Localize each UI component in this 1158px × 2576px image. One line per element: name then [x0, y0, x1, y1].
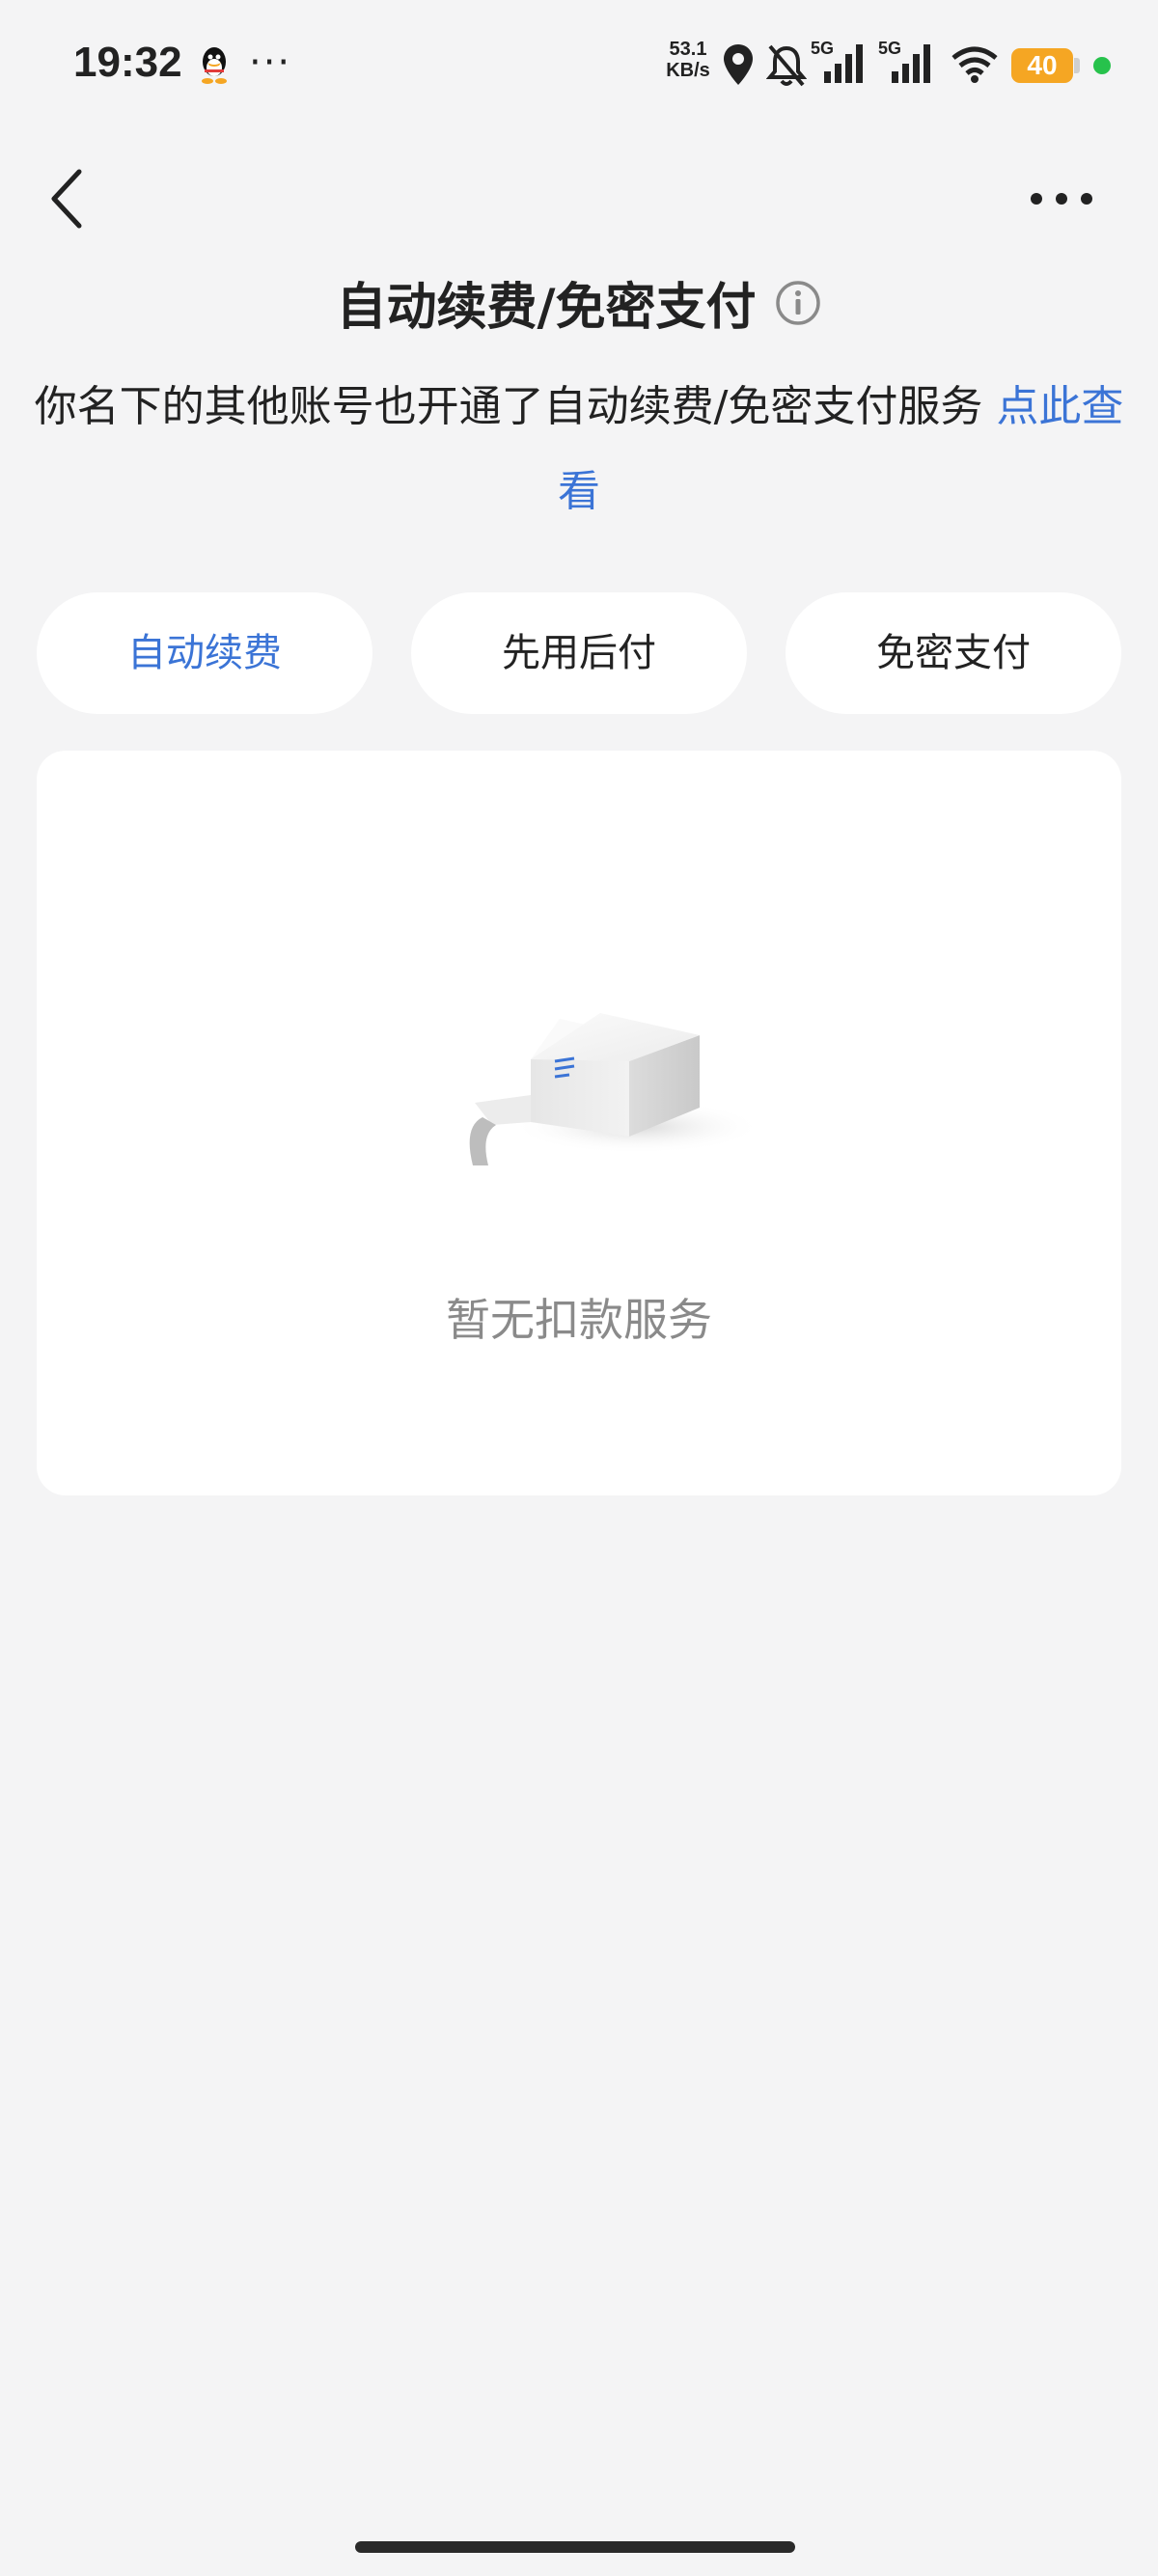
- info-icon[interactable]: [774, 279, 822, 327]
- home-indicator[interactable]: [355, 2541, 795, 2553]
- net-speed: 53.1 KB/s: [664, 39, 712, 81]
- page: 19:32 ··· 53.1 KB/s 5G 5G 40 自动续费/免密支付 你…: [0, 0, 1158, 2576]
- notification-more-icon: ···: [249, 41, 292, 85]
- page-title: 自动续费/免密支付: [0, 266, 1158, 339]
- tab-password-free[interactable]: 免密支付: [786, 592, 1121, 714]
- location-icon: [724, 44, 753, 85]
- other-accounts-notice: 你名下的其他账号也开通了自动续费/免密支付服务 点此查看: [29, 365, 1129, 534]
- empty-state-card: 暂无扣款服务: [37, 751, 1121, 1495]
- more-button[interactable]: [1023, 178, 1100, 220]
- page-title-text: 自动续费/免密支付: [336, 279, 757, 337]
- wifi-icon: [951, 46, 998, 83]
- notice-text: 你名下的其他账号也开通了自动续费/免密支付服务: [34, 382, 997, 431]
- service-tabs: 自动续费 先用后付 免密支付: [37, 592, 1121, 714]
- status-bar: 19:32 ··· 53.1 KB/s 5G 5G 40: [0, 0, 1158, 135]
- empty-box-illustration: [469, 1013, 762, 1165]
- back-button[interactable]: [39, 164, 96, 233]
- status-time: 19:32: [73, 39, 182, 86]
- signal-icon-2: [892, 44, 930, 83]
- battery-tip: [1074, 58, 1080, 73]
- tab-auto-renew[interactable]: 自动续费: [37, 592, 372, 714]
- battery-icon: 40: [1011, 48, 1073, 83]
- net-speed-value: 53.1: [669, 39, 707, 60]
- qq-icon: [202, 47, 227, 84]
- tab-pay-later[interactable]: 先用后付: [411, 592, 747, 714]
- mute-bell-icon: [766, 44, 807, 87]
- net-speed-unit: KB/s: [666, 60, 710, 81]
- status-dot: [1093, 57, 1111, 74]
- empty-state-message: 暂无扣款服务: [446, 1294, 712, 1346]
- signal-icon: [824, 44, 863, 83]
